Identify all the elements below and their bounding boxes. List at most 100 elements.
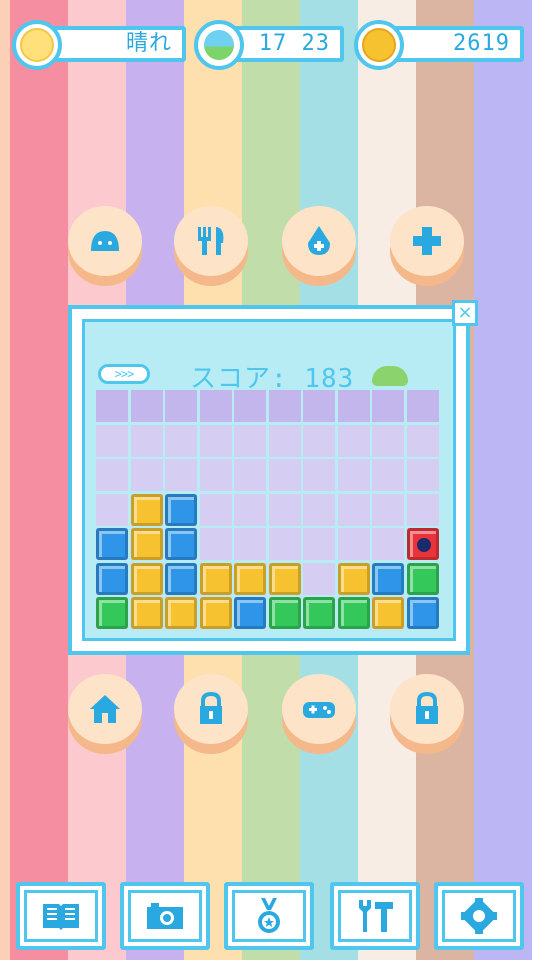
settings-button[interactable] [434,882,524,950]
weather-label: 晴れ [125,31,172,56]
book-button[interactable] [16,882,106,950]
green-block[interactable] [406,562,439,595]
blue-block[interactable] [165,562,197,595]
camera-button[interactable] [120,882,210,950]
lock-icon [200,691,222,724]
board-cell[interactable] [199,528,232,560]
heal-button[interactable] [390,206,464,288]
medal-button[interactable] [224,882,314,950]
board-cell[interactable] [96,493,128,526]
yellow-block[interactable] [199,597,232,629]
coin-label: 2619 [453,31,510,56]
yellow-block[interactable] [130,562,163,595]
board-cell[interactable] [199,424,232,457]
yellow-block[interactable] [165,597,197,629]
yellow-block[interactable] [372,597,404,629]
green-block[interactable] [268,597,301,629]
tools-button[interactable] [330,882,420,950]
game-board[interactable] [96,390,446,630]
board-cell[interactable] [337,390,370,422]
board-cell[interactable] [337,528,370,560]
board-cell[interactable] [234,390,266,422]
book-icon [43,904,79,930]
board-cell[interactable] [199,390,232,422]
blue-block[interactable] [234,597,266,629]
board-cell[interactable] [303,528,335,560]
board-cell[interactable] [372,390,404,422]
board-cell[interactable] [96,390,128,422]
board-cell[interactable] [165,390,197,422]
board-cell[interactable] [303,390,335,422]
board-cell[interactable] [372,493,404,526]
board-cell[interactable] [130,390,163,422]
yellow-block[interactable] [268,562,301,595]
yellow-block[interactable] [234,562,266,595]
green-block[interactable] [337,597,370,629]
slime-icon [91,231,119,251]
red-block[interactable] [406,528,439,560]
home-button[interactable] [68,674,142,756]
board-cell[interactable] [268,459,301,491]
water-drop-icon [308,226,330,255]
board-cell[interactable] [234,528,266,560]
blue-block[interactable] [372,562,404,595]
board-cell[interactable] [406,390,439,422]
board-cell[interactable] [406,459,439,491]
fork-knife-icon [198,227,224,255]
board-cell[interactable] [337,424,370,457]
board-cell[interactable] [96,459,128,491]
board-cell[interactable] [130,459,163,491]
feed-button[interactable] [174,206,248,288]
board-cell[interactable] [268,493,301,526]
green-block[interactable] [303,597,335,629]
blue-block[interactable] [165,528,197,560]
board-cell[interactable] [303,424,335,457]
time-label: 17 23 [258,31,330,56]
yellow-block[interactable] [130,493,163,526]
yellow-block[interactable] [130,597,163,629]
board-cell[interactable] [337,493,370,526]
board-cell[interactable] [372,424,404,457]
close-button[interactable]: × [452,300,478,326]
water-button[interactable] [282,206,356,288]
board-cell[interactable] [165,424,197,457]
green-block[interactable] [96,597,128,629]
yellow-block[interactable] [199,562,232,595]
slime-mascot-icon [372,366,408,386]
board-cell[interactable] [303,562,335,595]
combo-indicator: >>> [98,364,150,384]
board-cell[interactable] [337,459,370,491]
blue-block[interactable] [96,528,128,560]
board-cell[interactable] [234,459,266,491]
landscape-icon [194,20,244,70]
yellow-block[interactable] [337,562,370,595]
bomb-icon [416,538,431,552]
locked-button-1[interactable] [174,674,248,756]
board-cell[interactable] [234,424,266,457]
board-cell[interactable] [406,424,439,457]
coin-icon [354,20,404,70]
board-cell[interactable] [199,459,232,491]
board-cell[interactable] [406,493,439,526]
board-cell[interactable] [268,390,301,422]
board-cell[interactable] [372,528,404,560]
blue-block[interactable] [96,562,128,595]
board-cell[interactable] [234,493,266,526]
board-cell[interactable] [268,528,301,560]
board-cell[interactable] [96,424,128,457]
board-cell[interactable] [303,493,335,526]
board-cell[interactable] [372,459,404,491]
blue-block[interactable] [406,597,439,629]
medal-icon [258,898,280,933]
game-button[interactable] [282,674,356,756]
board-cell[interactable] [303,459,335,491]
slime-button[interactable] [68,206,142,288]
sun-face-icon [12,20,62,70]
board-cell[interactable] [130,424,163,457]
blue-block[interactable] [165,493,197,526]
yellow-block[interactable] [130,528,163,560]
locked-button-2[interactable] [390,674,464,756]
board-cell[interactable] [199,493,232,526]
board-cell[interactable] [165,459,197,491]
board-cell[interactable] [268,424,301,457]
